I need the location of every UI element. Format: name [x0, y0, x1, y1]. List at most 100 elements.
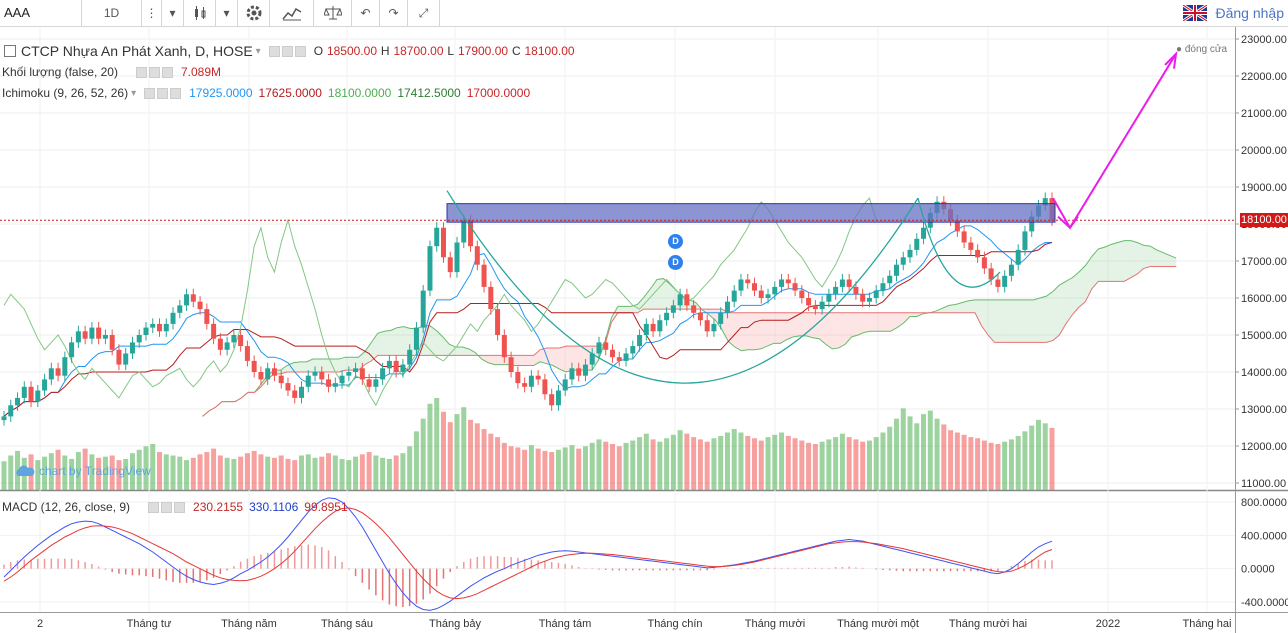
span-b-value: 17000.0000: [466, 86, 531, 100]
span-a-value: 17412.5000: [397, 86, 461, 100]
candle-style-icon[interactable]: [184, 0, 216, 26]
price-tick-label: 21000.00: [1241, 108, 1287, 120]
gear-icon[interactable]: [157, 87, 169, 99]
candle-body: [562, 379, 568, 391]
eye-icon[interactable]: [268, 45, 280, 57]
ohlc-l-label: L: [447, 44, 455, 58]
candle-body: [373, 379, 379, 387]
chevron-down-icon[interactable]: ▾: [256, 46, 261, 57]
candle-body: [427, 246, 433, 291]
cloud-segment: [1104, 244, 1112, 282]
volume-bar: [285, 458, 291, 490]
gear-icon[interactable]: [161, 501, 173, 513]
chart-area[interactable]: 23000.00 22000.00 21000.00 20000.00 19000.00…: [0, 27, 1288, 633]
candle-body: [981, 257, 987, 269]
candle-body: [157, 323, 163, 332]
close-icon[interactable]: [161, 66, 173, 78]
volume-bar: [474, 423, 480, 490]
candle-body: [677, 294, 683, 306]
gear-icon[interactable]: [238, 0, 270, 26]
volume-bar: [535, 448, 541, 490]
price-tick-label: 14000.00: [1241, 367, 1287, 379]
close-icon[interactable]: [174, 501, 186, 513]
candle-body: [772, 286, 778, 295]
gear-icon[interactable]: [281, 45, 293, 57]
candle-body: [488, 286, 494, 310]
close-icon[interactable]: [294, 45, 306, 57]
volume-bar: [657, 441, 663, 490]
cloud-segment: [624, 306, 631, 313]
cloud-segment: [546, 347, 554, 366]
candle-body: [386, 360, 392, 369]
time-tick-label: Tháng năm: [221, 618, 277, 630]
close-marker: ● đóng cửa: [1176, 44, 1228, 55]
chevron-down-icon[interactable]: ▾: [131, 88, 136, 99]
price-chart-svg[interactable]: 23000.00 22000.00 21000.00 20000.00 19000.00…: [0, 27, 1288, 633]
eye-icon[interactable]: [148, 501, 160, 513]
more-intervals-icon[interactable]: ⋮: [142, 0, 162, 26]
candle-body: [752, 283, 758, 291]
candle-body: [109, 335, 115, 350]
macd-hist-value: 230.2155: [193, 500, 244, 514]
dividend-marker[interactable]: D: [668, 255, 683, 270]
fullscreen-icon[interactable]: ⤢: [408, 0, 440, 26]
symbol-input[interactable]: AAA: [0, 0, 82, 26]
chevron-down-icon[interactable]: ▾: [162, 0, 184, 26]
time-tick-label: Tháng tám: [539, 618, 592, 630]
redo-icon[interactable]: ↷: [380, 0, 408, 26]
price-tick-label: 17000.00: [1241, 256, 1287, 268]
cloud-segment: [384, 330, 391, 356]
volume-bar: [853, 439, 859, 490]
cloud-segment: [806, 312, 813, 338]
candle-body: [724, 301, 730, 313]
candle-body: [495, 309, 501, 335]
price-tick-label: 19000.00: [1241, 182, 1287, 194]
macd-tick-label: 800.0000: [1241, 497, 1287, 509]
candle-body: [143, 327, 149, 335]
chevron-down-icon[interactable]: ▾: [216, 0, 238, 26]
candle-body: [440, 227, 446, 258]
volume-bar: [190, 457, 196, 490]
candle-body: [8, 405, 14, 417]
macd-line: [3, 497, 1053, 611]
collapse-icon[interactable]: [4, 45, 16, 57]
candle-body: [69, 342, 75, 358]
candle-body: [542, 379, 548, 395]
indicators-icon[interactable]: [270, 0, 314, 26]
ohlc-l-value: 17900.00: [457, 44, 509, 58]
volume-bar: [440, 411, 446, 490]
gear-icon[interactable]: [148, 66, 160, 78]
volume-bar: [353, 456, 359, 490]
login-link[interactable]: Đăng nhập: [1215, 5, 1284, 21]
candle-body: [75, 331, 81, 343]
compare-icon[interactable]: [314, 0, 352, 26]
cloud-segment: [832, 312, 839, 349]
candle-body: [684, 294, 690, 306]
volume-bar: [779, 432, 785, 490]
volume-bar: [163, 454, 169, 490]
candle-body: [853, 286, 859, 295]
candle-body: [163, 323, 169, 332]
cloud-segment: [514, 355, 521, 366]
eye-icon[interactable]: [144, 87, 156, 99]
volume-bar: [921, 414, 927, 490]
cloud-segment: [780, 312, 787, 344]
dividend-marker[interactable]: D: [668, 234, 683, 249]
volume-bar: [988, 442, 994, 490]
cloud-segment: [747, 312, 755, 350]
close-icon[interactable]: [170, 87, 182, 99]
undo-icon[interactable]: ↶: [352, 0, 380, 26]
volume-bar: [271, 457, 277, 490]
cloud-segment: [319, 359, 326, 372]
volume-bars: [1, 398, 1055, 490]
candle-body: [447, 257, 453, 273]
candle-body: [569, 368, 575, 380]
interval-button[interactable]: 1D: [82, 0, 142, 26]
candle-body: [643, 323, 649, 335]
volume-bar: [927, 410, 933, 490]
candle-body: [184, 294, 190, 306]
tradingview-watermark: chart by TradingView: [14, 464, 151, 478]
candle-body: [129, 342, 135, 354]
eye-icon[interactable]: [135, 66, 147, 78]
cloud-segment: [877, 312, 885, 332]
